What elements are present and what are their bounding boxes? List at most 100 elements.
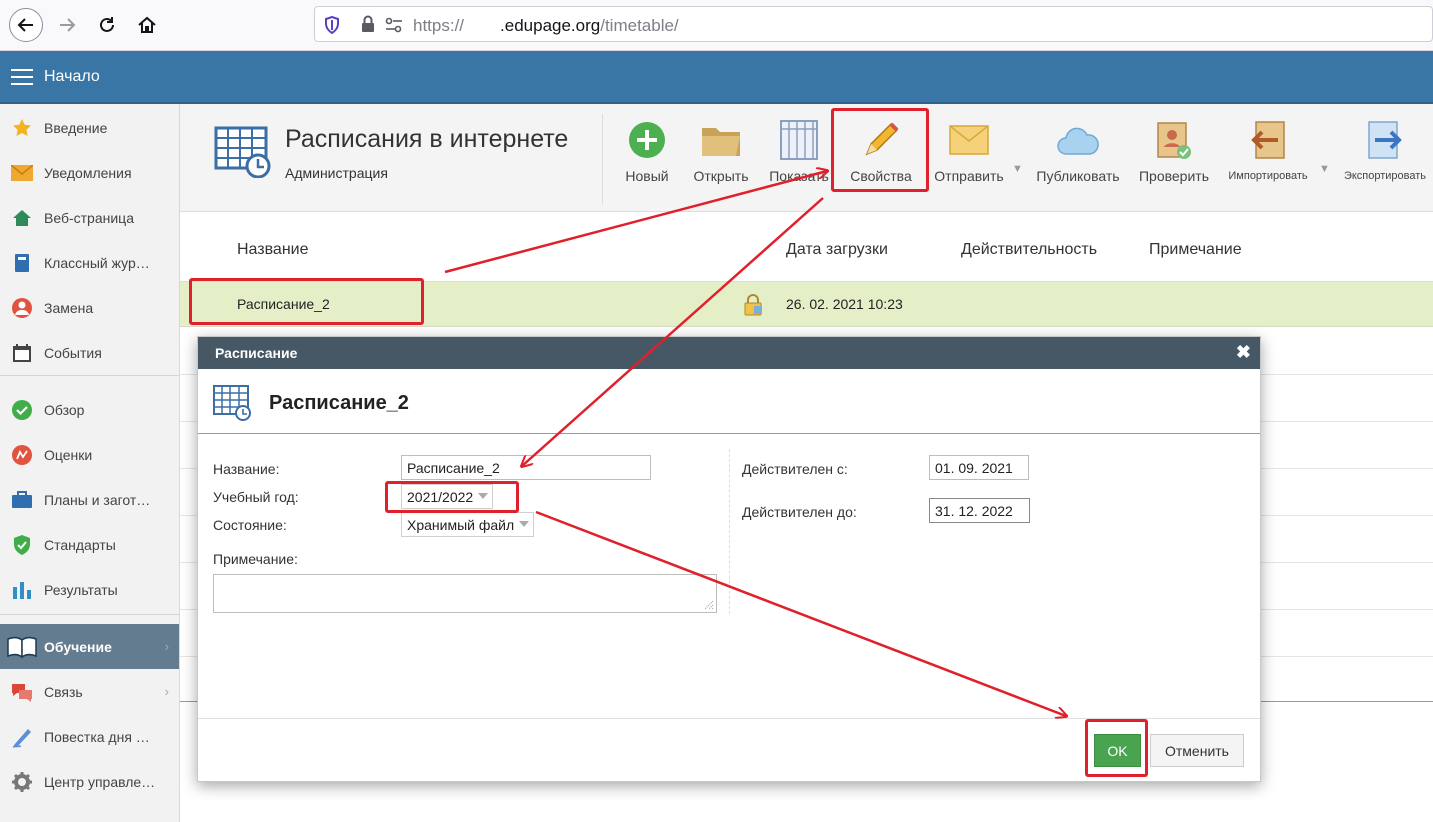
export-icon [1368, 121, 1402, 159]
lock-status-icon [744, 294, 762, 316]
send-button[interactable]: Отправить [931, 118, 1007, 184]
sidebar-item-plans[interactable]: Планы и загот… [0, 477, 179, 522]
sidebar-item-events[interactable]: События [0, 330, 179, 375]
column-header-name[interactable]: Название [237, 241, 309, 259]
pen-icon [11, 726, 33, 748]
valid-to-input[interactable]: 31. 12. 2022 [929, 498, 1030, 523]
sidebar-item-label: Стандарты [44, 536, 116, 553]
sidebar-item-label: Веб-страница [44, 209, 134, 226]
sidebar-item-communication[interactable]: Связь › [0, 669, 179, 714]
page-subtitle: Администрация [285, 165, 388, 181]
bar-chart-icon [11, 579, 33, 601]
reload-button[interactable] [90, 8, 124, 42]
checklist-icon [1157, 122, 1191, 159]
sidebar-item-learning[interactable]: Обучение › [0, 624, 179, 669]
folder-icon [702, 128, 740, 156]
plus-circle-icon [629, 122, 665, 158]
page-toolbar: Расписания в интернете Администрация Нов… [180, 104, 1433, 212]
sidebar: Введение Уведомления Веб-страница Классн… [0, 104, 180, 822]
list-header: Название Дата загрузки Действительность … [180, 212, 1433, 282]
lock-icon [362, 15, 374, 32]
cloud-icon [1057, 127, 1099, 155]
cancel-button[interactable]: Отменить [1150, 734, 1244, 767]
star-icon [11, 117, 33, 139]
sidebar-item-agenda[interactable]: Повестка дня … [0, 714, 179, 759]
browser-toolbar: https:// .edupage.org/timetable/ [0, 0, 1433, 51]
envelope-icon [949, 125, 989, 155]
show-button[interactable]: Показать [766, 118, 832, 184]
sidebar-item-label: Центр управле… [44, 773, 156, 790]
home-icon [138, 16, 156, 33]
valid-from-input[interactable]: 01. 09. 2021 [929, 455, 1029, 480]
publish-button[interactable]: Публиковать [1033, 118, 1123, 184]
note-textarea[interactable] [213, 574, 717, 613]
sidebar-separator [0, 375, 179, 376]
chevron-right-icon: › [164, 639, 169, 654]
chevron-down-icon [519, 521, 529, 527]
sidebar-item-notifications[interactable]: Уведомления [0, 150, 179, 195]
url-path: /timetable/ [600, 16, 679, 35]
hamburger-menu-icon[interactable] [11, 69, 33, 85]
home-button[interactable] [130, 8, 164, 42]
sidebar-item-label: Замена [44, 299, 94, 316]
check-button-label: Проверить [1138, 168, 1209, 184]
sidebar-item-intro[interactable]: Введение [0, 105, 179, 150]
app-title[interactable]: Начало [44, 68, 100, 86]
sidebar-item-results[interactable]: Результаты [0, 567, 179, 612]
shield-icon [325, 16, 339, 34]
close-icon[interactable]: ✖ [1236, 342, 1251, 363]
import-button[interactable]: Импортировать [1224, 118, 1312, 182]
sidebar-item-control-center[interactable]: Центр управле… [0, 759, 179, 804]
arrow-left-icon [17, 18, 33, 32]
send-button-label: Отправить [934, 168, 1004, 184]
name-input[interactable]: Расписание_2 [401, 455, 651, 480]
dialog-title: Расписание [215, 345, 298, 361]
sidebar-item-substitution[interactable]: Замена [0, 285, 179, 330]
valid-to-label: Действителен до: [742, 504, 857, 520]
export-button[interactable]: Экспортировать [1340, 118, 1430, 182]
name-input-value: Расписание_2 [407, 460, 500, 476]
address-bar[interactable]: https:// .edupage.org/timetable/ [314, 6, 1433, 42]
back-button[interactable] [9, 8, 43, 42]
column-header-validity[interactable]: Действительность [961, 241, 1097, 259]
column-header-note[interactable]: Примечание [1149, 241, 1242, 259]
note-label: Примечание: [213, 551, 298, 567]
import-button-label: Импортировать [1228, 170, 1308, 182]
send-dropdown-arrow[interactable]: ▼ [1012, 163, 1023, 175]
check-button[interactable]: Проверить [1136, 118, 1212, 184]
open-button[interactable]: Открыть [688, 118, 754, 184]
sidebar-item-standards[interactable]: Стандарты [0, 522, 179, 567]
publish-button-label: Публиковать [1036, 168, 1120, 184]
sidebar-item-grades[interactable]: Оценки [0, 432, 179, 477]
home-icon [11, 207, 33, 229]
reload-icon [100, 17, 114, 32]
dialog-title-bar: Расписание ✖ [198, 337, 1260, 369]
sidebar-item-class-journal[interactable]: Классный жур… [0, 240, 179, 285]
import-icon [1251, 121, 1285, 159]
state-label: Состояние: [213, 517, 287, 533]
check-circle-icon [11, 399, 33, 421]
toolbar-separator [602, 114, 603, 204]
grade-icon [11, 444, 33, 466]
sidebar-item-webpage[interactable]: Веб-страница [0, 195, 179, 240]
open-button-label: Открыть [693, 168, 749, 184]
sidebar-item-overview[interactable]: Обзор [0, 387, 179, 432]
resize-handle-icon [704, 600, 714, 610]
forward-button[interactable] [50, 8, 84, 42]
highlight-school-year [385, 481, 519, 513]
url-domain: .edupage.org [500, 16, 601, 35]
timetable-properties-dialog: Расписание ✖ Расписание_2 Название: Расп… [197, 336, 1261, 782]
column-header-upload-date[interactable]: Дата загрузки [786, 241, 888, 259]
sidebar-item-label: Введение [44, 119, 108, 136]
school-year-label: Учебный год: [213, 489, 299, 505]
row-upload-date: 26. 02. 2021 10:23 [786, 296, 903, 312]
person-icon [11, 297, 33, 319]
import-dropdown-arrow[interactable]: ▼ [1319, 163, 1330, 175]
page-title: Расписания в интернете [285, 125, 569, 153]
state-value: Хранимый файл [407, 517, 515, 533]
timetable-icon [213, 385, 251, 421]
new-button[interactable]: Новый [623, 118, 671, 184]
state-select[interactable]: Хранимый файл [401, 512, 534, 537]
highlight-selected-row [189, 278, 424, 325]
show-button-label: Показать [769, 168, 829, 184]
